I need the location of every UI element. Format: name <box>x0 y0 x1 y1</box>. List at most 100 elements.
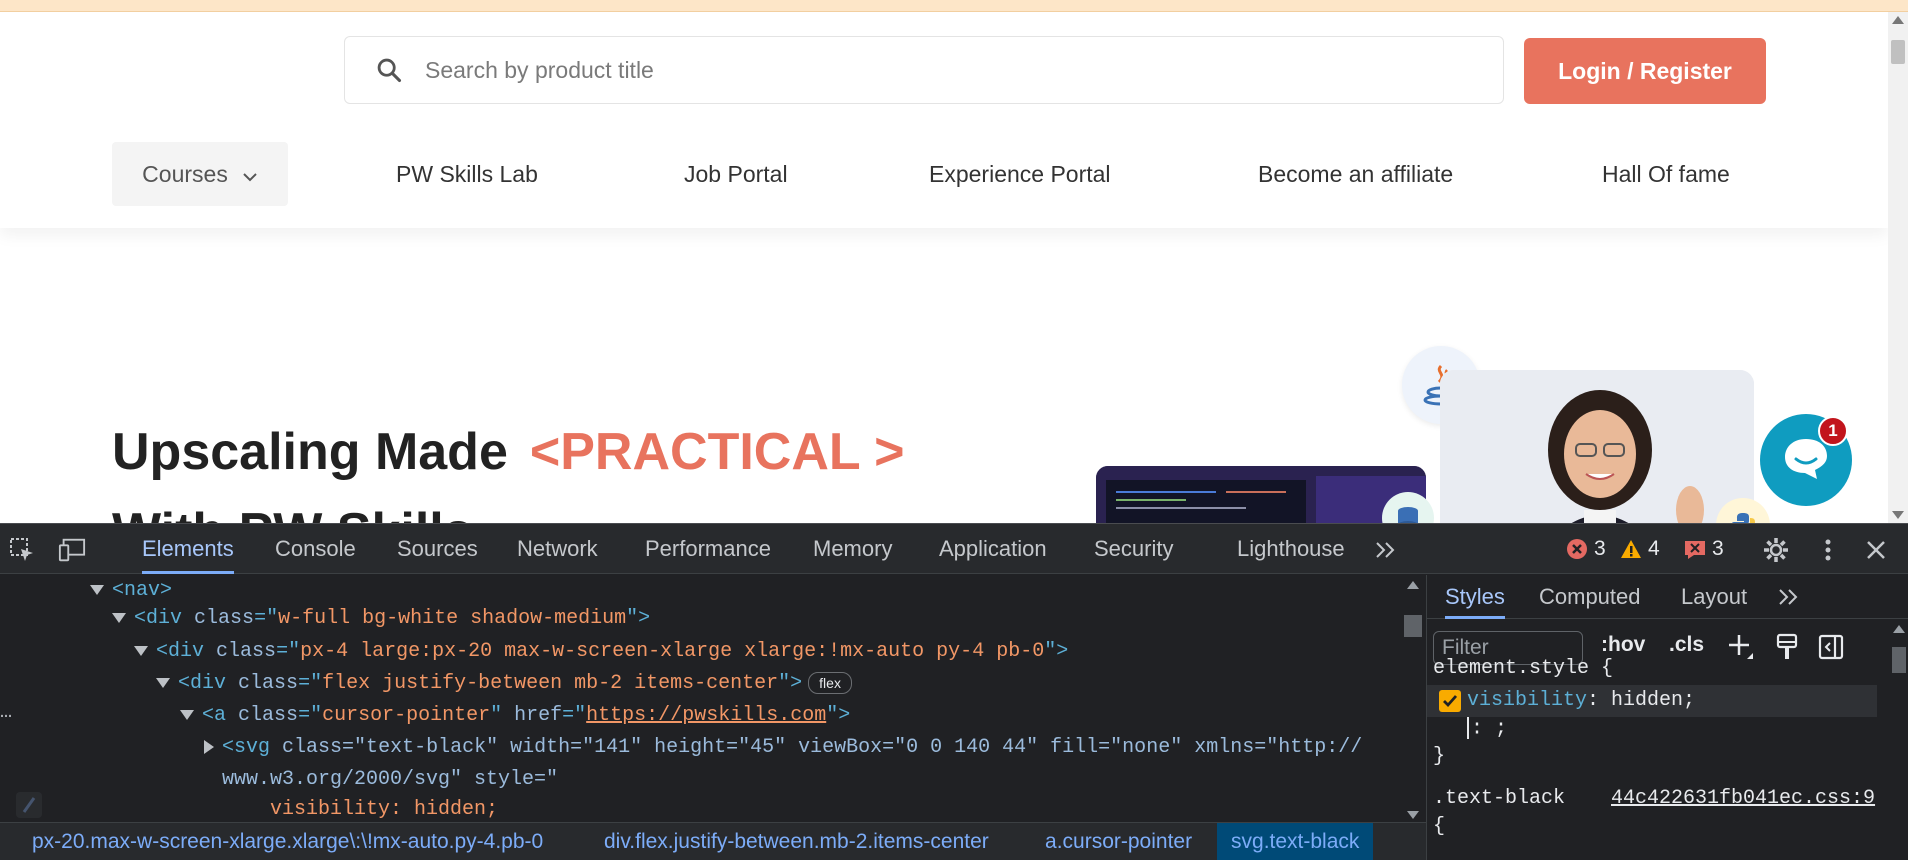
elements-tree: <nav> <div class="w-full bg-white shadow… <box>0 575 1400 825</box>
search-bar[interactable] <box>344 36 1504 104</box>
tab-elements[interactable]: Elements <box>142 524 234 574</box>
expand-arrow-icon[interactable] <box>90 584 104 595</box>
search-input[interactable] <box>425 56 1425 84</box>
paint-brush-icon[interactable] <box>1775 633 1799 666</box>
tab-application[interactable]: Application <box>939 524 1047 574</box>
element-style-close: } <box>1433 745 1446 768</box>
device-toolbar-icon[interactable] <box>58 536 86 564</box>
hero-title-text: Upscaling Made <box>112 423 508 481</box>
more-tabs-icon[interactable] <box>1372 536 1400 564</box>
hov-button[interactable]: :hov <box>1601 633 1645 657</box>
elements-scrollbar[interactable] <box>1400 575 1426 825</box>
css-property: visibility <box>1467 689 1588 712</box>
browser-window: Login / Register Courses PW Skills Lab J… <box>0 0 1908 860</box>
hero-title: Upscaling Made <PRACTICAL > <box>112 422 905 482</box>
warning-counter[interactable]: 4 <box>1620 536 1660 562</box>
empty-declaration[interactable]: : ; <box>1467 717 1507 740</box>
main-nav: Courses PW Skills Lab Job Portal Experie… <box>112 142 1772 206</box>
scroll-up-arrow-icon[interactable] <box>1893 625 1905 633</box>
css-value: hidden; <box>1611 689 1696 712</box>
flex-badge[interactable]: flex <box>808 671 852 694</box>
website-viewport: Login / Register Courses PW Skills Lab J… <box>0 12 1908 523</box>
page-scrollbar[interactable] <box>1888 12 1908 523</box>
dom-node-div-container[interactable]: <div class="px-4 large:px-20 max-w-scree… <box>134 636 1068 668</box>
tab-console[interactable]: Console <box>275 524 356 574</box>
tab-lighthouse[interactable]: Lighthouse <box>1237 524 1345 574</box>
warning-count: 4 <box>1648 537 1660 560</box>
error-counter[interactable]: 3 <box>1566 536 1606 562</box>
tab-sources[interactable]: Sources <box>397 524 478 574</box>
search-icon <box>375 55 405 85</box>
styles-scroll-thumb[interactable] <box>1892 647 1906 673</box>
style-declaration-visibility[interactable]: visibility: hidden; <box>1427 685 1877 717</box>
checkmark-icon <box>1443 695 1458 708</box>
tab-security[interactable]: Security <box>1094 524 1173 574</box>
site-header: Login / Register Courses PW Skills Lab J… <box>0 12 1888 228</box>
new-style-rule-icon[interactable] <box>1727 633 1755 666</box>
expand-arrow-icon[interactable] <box>180 709 194 720</box>
top-banner <box>0 0 1908 12</box>
scroll-down-arrow-icon[interactable] <box>1892 511 1904 519</box>
stylesheet-source-link[interactable]: 44c422631fb041ec.css:9 <box>1611 787 1875 810</box>
tab-performance[interactable]: Performance <box>645 524 771 574</box>
tab-layout[interactable]: Layout <box>1681 575 1747 619</box>
chat-notification-badge: 1 <box>1818 416 1848 446</box>
breadcrumb-svg-selected[interactable]: svg.text-black <box>1217 823 1374 860</box>
styles-scrollbar[interactable] <box>1889 619 1908 860</box>
declaration-checkbox[interactable] <box>1439 690 1461 712</box>
breadcrumb-a[interactable]: a.cursor-pointer <box>1045 823 1192 860</box>
expand-arrow-icon[interactable] <box>112 612 126 623</box>
nav-item-experience-portal[interactable]: Experience Portal <box>929 142 1111 206</box>
expand-arrow-icon[interactable] <box>156 677 170 688</box>
breadcrumb-container[interactable]: px-20.max-w-screen-xlarge.xlarge\:\!mx-a… <box>32 823 543 860</box>
close-devtools-icon[interactable] <box>1862 536 1890 564</box>
inspect-element-icon[interactable] <box>8 536 36 564</box>
dom-node-div-header[interactable]: <div class="w-full bg-white shadow-mediu… <box>112 603 650 635</box>
toggle-sidebar-icon[interactable] <box>1817 633 1845 666</box>
chevron-down-icon <box>242 161 258 188</box>
hero-title-line2: With PW Skills <box>112 502 473 523</box>
devtools-logo-icon <box>14 790 44 825</box>
scroll-up-arrow-icon[interactable] <box>1892 16 1904 24</box>
nav-item-pw-skills-lab[interactable]: PW Skills Lab <box>396 142 538 206</box>
cls-button[interactable]: .cls <box>1669 633 1704 657</box>
error-icon <box>1567 539 1587 559</box>
breadcrumb-div-flex[interactable]: div.flex.justify-between.mb-2.items-cent… <box>604 823 989 860</box>
expand-arrow-icon[interactable] <box>134 645 148 656</box>
nav-item-job-portal[interactable]: Job Portal <box>684 142 788 206</box>
more-options-icon[interactable] <box>1814 536 1842 564</box>
collapse-arrow-icon[interactable] <box>204 739 214 754</box>
page-scroll-thumb[interactable] <box>1891 40 1905 64</box>
nav-item-hall-of-fame[interactable]: Hall Of fame <box>1602 142 1730 206</box>
devtools-panel: Elements Console Sources Network Perform… <box>0 523 1908 860</box>
tab-computed[interactable]: Computed <box>1539 575 1641 619</box>
hero-accent-text: <PRACTICAL > <box>529 423 905 481</box>
tab-network[interactable]: Network <box>517 524 598 574</box>
settings-gear-icon[interactable] <box>1762 536 1790 564</box>
node-options-dots[interactable]: … <box>0 701 12 724</box>
href-link[interactable]: https://pwskills.com <box>586 704 826 727</box>
scroll-down-arrow-icon[interactable] <box>1407 811 1419 819</box>
login-register-button[interactable]: Login / Register <box>1524 38 1766 104</box>
dom-breadcrumbs: px-20.max-w-screen-xlarge.xlarge\:\!mx-a… <box>0 822 1426 860</box>
warning-icon <box>1621 540 1641 558</box>
tab-memory[interactable]: Memory <box>813 524 892 574</box>
issues-counter[interactable]: 3 <box>1684 536 1724 562</box>
dom-node-div-flex[interactable]: <div class="flex justify-between mb-2 it… <box>156 668 852 700</box>
dom-node-svg[interactable]: <svg class="text-black" width="141" heig… <box>204 732 1362 764</box>
styles-tab-bar: Styles Computed Layout <box>1427 575 1908 619</box>
more-panes-icon[interactable] <box>1777 587 1801 612</box>
dom-node-svg-style: visibility: hidden; <box>270 798 499 821</box>
issues-icon <box>1685 541 1705 559</box>
courses-dropdown[interactable]: Courses <box>112 142 288 206</box>
elements-scroll-thumb[interactable] <box>1404 615 1422 637</box>
scroll-up-arrow-icon[interactable] <box>1407 581 1419 589</box>
element-style-selector: element.style { <box>1433 657 1614 680</box>
tab-styles[interactable]: Styles <box>1445 575 1505 619</box>
styles-pane: Styles Computed Layout :hov .cls element… <box>1426 575 1908 860</box>
student-photo <box>1440 370 1754 523</box>
rule-selector-text-black[interactable]: .text-black <box>1433 787 1565 810</box>
code-screen-image <box>1096 466 1426 523</box>
dom-node-a-link[interactable]: <a class="cursor-pointer" href="https://… <box>180 700 850 732</box>
nav-item-become-affiliate[interactable]: Become an affiliate <box>1258 142 1453 206</box>
